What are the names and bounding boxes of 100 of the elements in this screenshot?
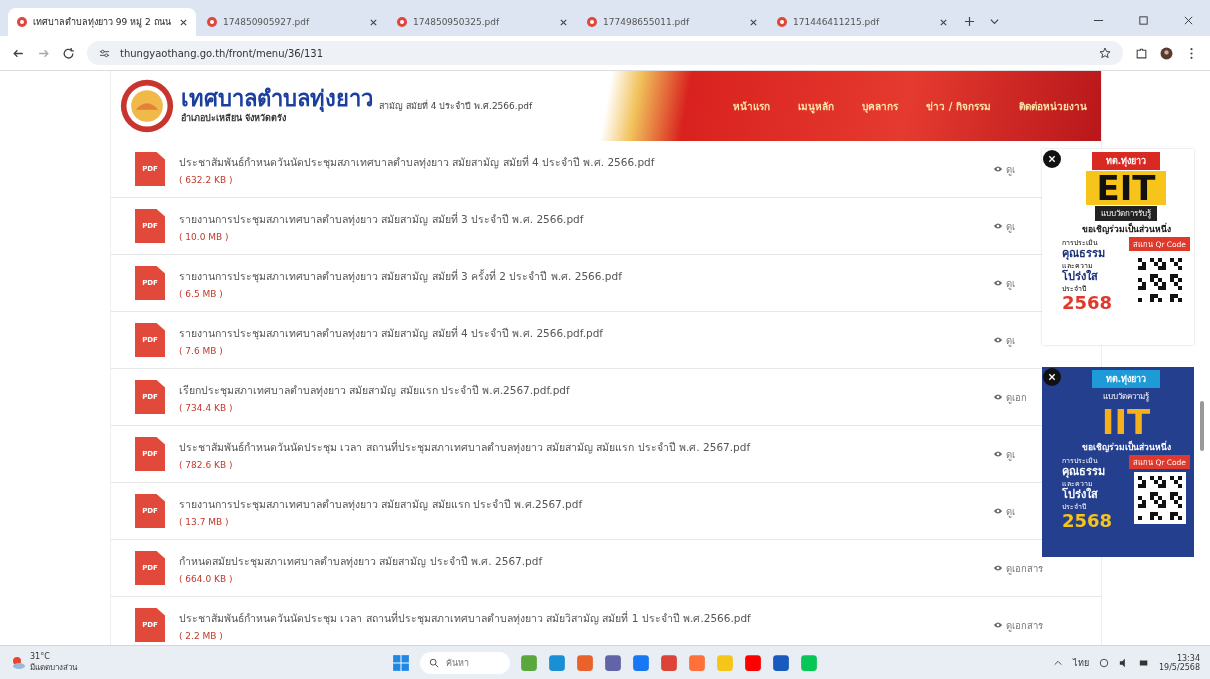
banner-invite-text: ขอเชิญร่วมเป็นส่วนหนึ่ง xyxy=(1081,440,1171,454)
close-icon[interactable] xyxy=(179,17,188,27)
document-link[interactable]: กำหนดสมัยประชุมสภาเทศบาลตำบลทุ่งยาว สมัยสามัญ ประจำปี พ.ศ. 2567.pdf xyxy=(179,552,979,570)
eye-icon xyxy=(993,278,1003,288)
file-size: ( 13.7 MB ) xyxy=(179,516,230,527)
close-icon[interactable] xyxy=(749,17,758,27)
weather-temperature: 31°C xyxy=(30,651,51,661)
eye-icon xyxy=(993,563,1003,573)
maximize-icon[interactable] xyxy=(1138,15,1149,26)
document-title: สามัญ สมัยที่ 4 ประจำปี พ.ศ.2566.pdf xyxy=(379,99,533,113)
search-field[interactable]: ค้นหา xyxy=(420,651,510,674)
chevron-down-icon[interactable] xyxy=(989,16,1000,27)
close-icon[interactable] xyxy=(559,17,568,27)
profile-avatar-icon[interactable] xyxy=(1160,46,1173,60)
banner-text: คุณธรรม xyxy=(1062,248,1105,261)
file-size: ( 734.4 KB ) xyxy=(179,402,234,413)
sun-cloud-icon[interactable] xyxy=(10,654,26,671)
eye-icon xyxy=(993,392,1003,402)
nav-link[interactable]: ข่าว / กิจกรรม xyxy=(926,98,991,114)
banner-year: 2568 xyxy=(1062,294,1113,313)
nav-link[interactable]: เมนูหลัก xyxy=(798,98,835,114)
view-document-link[interactable]: ดูเอกสาร xyxy=(993,560,1043,576)
document-link[interactable]: รายงานการประชุมสภาเทศบาลตำบลทุ่งยาว สมัยสามัญ สมัยแรก ประจำปี พ.ศ.2567.pdf xyxy=(179,495,979,513)
file-size: ( 6.5 MB ) xyxy=(179,288,224,299)
app-icon[interactable] xyxy=(632,653,650,672)
eye-icon xyxy=(993,620,1003,630)
app-icon[interactable] xyxy=(744,653,762,672)
banner-title: IIT xyxy=(1101,405,1151,439)
eye-icon xyxy=(993,164,1003,174)
view-document-link[interactable]: ดูเ xyxy=(993,161,1015,177)
eye-icon xyxy=(993,335,1003,345)
site-subtitle: อำเภอปะเหลียน จังหวัดตรัง xyxy=(181,113,287,126)
document-link[interactable]: ประชาสัมพันธ์กำหนดวันนัดประชุม เวลา สถานที่ประชุมสภาเทศบาลตำบลทุ่งยาว สมัยสามัญ สมัยแรก ประจำปี พ.ศ. 2567.pdf xyxy=(179,438,979,456)
file-size: ( 10.0 MB ) xyxy=(179,231,230,242)
banner-text: คุณธรรม xyxy=(1062,466,1105,479)
browser-tab[interactable]: เทศบาลตำบลทุ่งยาว 99 หมู่ 2 ถนน xyxy=(8,8,196,36)
eye-icon xyxy=(993,221,1003,231)
document-link[interactable]: ประชาสัมพันธ์กำหนดวันนัดประชุม เวลา สถานที่ประชุมสภาเทศบาลตำบลทุ่งยาว สมัยวิสามัญ สมัยที่ 1 ประจำปี พ.ศ.2566.pdf xyxy=(179,609,979,627)
file-size: ( 664.0 KB ) xyxy=(179,573,234,584)
site-title: เทศบาลตำบลทุ่งยาว xyxy=(181,86,373,112)
document-link[interactable]: ประชาสัมพันธ์กำหนดวันนัดประชุมสภาเทศบาลตำบลทุ่งยาว สมัยสามัญ สมัยที่ 4 ประจำปี พ.ศ. 2566.pdf xyxy=(179,153,979,171)
close-icon[interactable] xyxy=(939,17,948,27)
banner-invite-text: ขอเชิญร่วมเป็นส่วนหนึ่ง xyxy=(1081,222,1171,236)
municipal-seal-icon xyxy=(119,78,175,134)
file-size: ( 2.2 MB ) xyxy=(179,630,224,641)
banner-subtitle: แบบวัดความรู้ xyxy=(1102,391,1150,404)
view-document-link[interactable]: ดูเ xyxy=(993,446,1015,462)
view-document-link[interactable]: ดูเ xyxy=(993,275,1015,291)
banner-year: 2568 xyxy=(1062,512,1113,531)
file-size: ( 7.6 MB ) xyxy=(179,345,224,356)
browser-tab[interactable]: 174850950325.pdf xyxy=(388,8,576,36)
app-icon[interactable] xyxy=(576,653,594,672)
clock-date[interactable]: 19/5/2568 xyxy=(1158,662,1200,672)
banner-badge: ทต.ทุ่งยาว xyxy=(1091,152,1161,170)
banner-subtitle: แบบวัดการรับรู้ xyxy=(1095,206,1157,221)
banner-text: โปร่งใส xyxy=(1062,271,1098,284)
document-link[interactable]: รายงานการประชุมสภาเทศบาลตำบลทุ่งยาว สมัยสามัญ สมัยที่ 4 ประจำปี พ.ศ. 2566.pdf.pdf xyxy=(179,324,979,342)
file-size: ( 632.2 KB ) xyxy=(179,174,234,185)
view-document-link[interactable]: ดูเอก xyxy=(993,389,1027,405)
start-icon[interactable] xyxy=(392,653,410,672)
close-icon[interactable] xyxy=(1043,368,1061,386)
extensions-icon[interactable] xyxy=(1135,46,1148,60)
app-icon[interactable] xyxy=(548,653,566,672)
document-link[interactable]: รายงานการประชุมสภาเทศบาลตำบลทุ่งยาว สมัยสามัญ สมัยที่ 3 ประจำปี พ.ศ. 2566.pdf xyxy=(179,210,979,228)
document-link[interactable]: เรียกประชุมสภาเทศบาลตำบลทุ่งยาว สมัยสามัญ สมัยแรก ประจำปี พ.ศ.2567.pdf.pdf xyxy=(179,381,979,399)
document-link[interactable]: รายงานการประชุมสภาเทศบาลตำบลทุ่งยาว สมัยสามัญ สมัยที่ 3 ครั้งที่ 2 ประจำปี พ.ศ. 2566.pdf xyxy=(179,267,979,285)
weather-condition: มีแดดบางส่วน xyxy=(30,661,77,674)
app-icon[interactable] xyxy=(660,653,678,672)
address-bar[interactable]: thungyaothang.go.th/front/menu/36/131 xyxy=(87,41,1123,65)
nav-link[interactable]: ติดต่อหน่วยงาน xyxy=(1019,98,1087,114)
close-icon[interactable] xyxy=(1043,150,1061,168)
view-document-link[interactable]: ดูเ xyxy=(993,218,1015,234)
close-icon[interactable] xyxy=(369,17,378,27)
app-icon[interactable] xyxy=(604,653,622,672)
app-icon[interactable] xyxy=(520,653,538,672)
app-icon[interactable] xyxy=(772,653,790,672)
new-tab-icon[interactable] xyxy=(964,16,975,27)
browser-tab[interactable]: 174850905927.pdf xyxy=(198,8,386,36)
banner-text: โปร่งใส xyxy=(1062,489,1098,502)
browser-tab[interactable]: 177498655011.pdf xyxy=(578,8,766,36)
clock-time[interactable]: 13:34 xyxy=(1176,653,1200,663)
reload-icon[interactable] xyxy=(62,46,75,60)
site-settings-icon[interactable] xyxy=(99,47,110,59)
star-icon[interactable] xyxy=(1099,47,1111,59)
view-document-link[interactable]: ดูเอกสาร xyxy=(993,617,1043,633)
nav-link[interactable]: หน้าแรก xyxy=(733,98,771,114)
view-document-link[interactable]: ดูเ xyxy=(993,332,1015,348)
file-size: ( 782.6 KB ) xyxy=(179,459,234,470)
eye-icon xyxy=(993,506,1003,516)
qr-code-icon xyxy=(1133,472,1186,524)
browser-tab[interactable]: 171446411215.pdf xyxy=(768,8,956,36)
banner-badge: ทต.ทุ่งยาว xyxy=(1091,370,1161,388)
banner-title: EIT xyxy=(1086,171,1166,205)
scrollbar-thumb[interactable] xyxy=(1200,401,1204,451)
language-indicator[interactable]: ไทย xyxy=(1072,655,1089,670)
eye-icon xyxy=(993,449,1003,459)
nav-link[interactable]: บุคลากร xyxy=(862,98,899,114)
close-icon[interactable] xyxy=(1183,15,1194,26)
search-icon xyxy=(429,657,439,668)
view-document-link[interactable]: ดูเ xyxy=(993,503,1015,519)
